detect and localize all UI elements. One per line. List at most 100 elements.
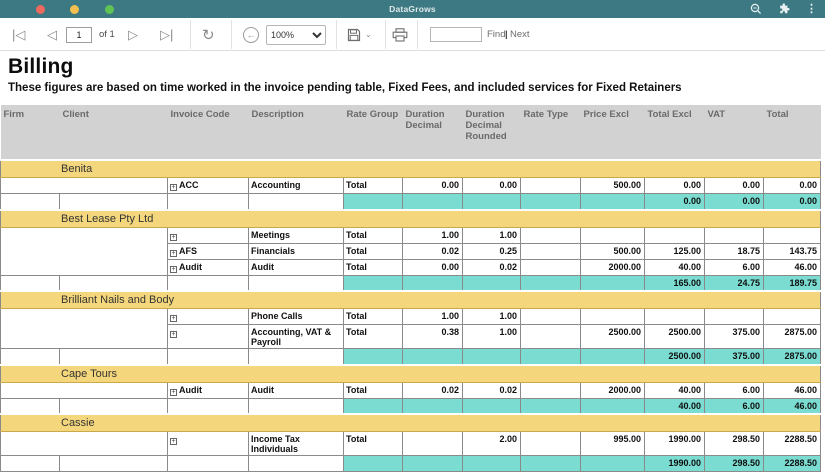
client-group-band: Cassie bbox=[1, 414, 821, 432]
subtotal-duration-decimal bbox=[403, 194, 463, 210]
cell-rate-type bbox=[521, 243, 581, 259]
cell-duration-rounded: 1.00 bbox=[463, 325, 521, 349]
window-title: DataGrows bbox=[0, 4, 825, 14]
cell-price-excl: 2500.00 bbox=[581, 325, 645, 349]
cell-code: +ACC bbox=[168, 178, 249, 194]
cell-total: 2288.50 bbox=[764, 432, 821, 456]
subtotal-price-excl bbox=[581, 194, 645, 210]
firm-client-cell bbox=[1, 309, 168, 349]
page-title: Billing bbox=[8, 55, 825, 79]
find-button[interactable]: Find bbox=[487, 18, 505, 51]
expand-plus-icon[interactable]: + bbox=[170, 331, 177, 338]
extensions-puzzle-icon[interactable] bbox=[778, 3, 790, 15]
column-header: Total bbox=[764, 105, 821, 160]
cell-price-excl: 995.00 bbox=[581, 432, 645, 456]
subtotal-rate-group bbox=[344, 194, 403, 210]
cell-total: 2875.00 bbox=[764, 325, 821, 349]
cell-total: 46.00 bbox=[764, 382, 821, 398]
expand-plus-icon[interactable]: + bbox=[170, 438, 177, 445]
back-to-parent-button[interactable]: ← bbox=[243, 18, 259, 51]
subtotal-description bbox=[249, 194, 344, 210]
expand-plus-icon[interactable]: + bbox=[170, 234, 177, 241]
subtotal-row: 1990.00298.502288.50 bbox=[1, 456, 821, 472]
cell-vat: 375.00 bbox=[705, 325, 764, 349]
firm-client-cell bbox=[1, 227, 168, 275]
cell-total-excl: 40.00 bbox=[645, 382, 705, 398]
subtotal-rate-group bbox=[344, 349, 403, 365]
table-row: +AuditAuditTotal0.020.022000.0040.006.00… bbox=[1, 382, 821, 398]
column-header: Client bbox=[60, 105, 168, 160]
subtotal-client bbox=[60, 275, 168, 291]
subtotal-client bbox=[60, 349, 168, 365]
subtotal-rate-type bbox=[521, 275, 581, 291]
subtotal-row: 165.0024.75189.75 bbox=[1, 275, 821, 291]
zoom-select[interactable]: 100% bbox=[266, 25, 326, 45]
subtotal-firm bbox=[1, 398, 60, 414]
cell-total-excl bbox=[645, 309, 705, 325]
first-page-button[interactable]: |◁ bbox=[12, 18, 25, 51]
last-page-button[interactable]: ▷| bbox=[160, 18, 173, 51]
expand-plus-icon[interactable]: + bbox=[170, 266, 177, 273]
cell-total-excl: 0.00 bbox=[645, 178, 705, 194]
find-next-button[interactable]: Next bbox=[510, 18, 530, 51]
expand-plus-icon[interactable]: + bbox=[170, 250, 177, 257]
cell-rate-type bbox=[521, 227, 581, 243]
subtotal-rate-type bbox=[521, 194, 581, 210]
cell-price-excl bbox=[581, 309, 645, 325]
subtotal-vat: 298.50 bbox=[705, 456, 764, 472]
report-subtitle: These figures are based on time worked i… bbox=[8, 82, 825, 94]
cell-duration-rounded: 2.00 bbox=[463, 432, 521, 456]
expand-plus-icon[interactable]: + bbox=[170, 315, 177, 322]
subtotal-duration-rounded bbox=[463, 194, 521, 210]
subtotal-total: 0.00 bbox=[764, 194, 821, 210]
next-page-button[interactable]: ▷ bbox=[128, 18, 138, 51]
export-save-button[interactable]: ⌄ bbox=[347, 18, 372, 51]
cell-description: Income Tax Individuals bbox=[249, 432, 344, 456]
page-number-input[interactable] bbox=[66, 27, 92, 43]
cell-price-excl: 500.00 bbox=[581, 178, 645, 194]
column-header: Rate Type bbox=[521, 105, 581, 160]
subtotal-total-excl: 2500.00 bbox=[645, 349, 705, 365]
cell-rate-group: Total bbox=[344, 309, 403, 325]
menu-kebab-icon[interactable]: ⋮ bbox=[806, 0, 817, 18]
subtotal-invoice-code bbox=[168, 194, 249, 210]
print-button[interactable] bbox=[392, 18, 408, 51]
find-text-input[interactable] bbox=[430, 27, 482, 42]
subtotal-total: 46.00 bbox=[764, 398, 821, 414]
cell-vat bbox=[705, 309, 764, 325]
client-group-band: Benita bbox=[1, 160, 821, 178]
cell-duration-decimal: 0.00 bbox=[403, 259, 463, 275]
subtotal-rate-group bbox=[344, 398, 403, 414]
subtotal-client bbox=[60, 398, 168, 414]
subtotal-row: 40.006.0046.00 bbox=[1, 398, 821, 414]
refresh-button[interactable]: ↻ bbox=[202, 18, 215, 51]
cell-duration-decimal: 0.02 bbox=[403, 243, 463, 259]
expand-plus-icon[interactable]: + bbox=[170, 389, 177, 396]
cell-duration-decimal: 0.02 bbox=[403, 382, 463, 398]
cell-price-excl bbox=[581, 227, 645, 243]
cell-duration-decimal: 1.00 bbox=[403, 309, 463, 325]
zoom-icon[interactable] bbox=[750, 3, 762, 15]
cell-vat: 6.00 bbox=[705, 259, 764, 275]
export-dropdown-caret[interactable]: ⌄ bbox=[365, 30, 372, 39]
subtotal-total-excl: 165.00 bbox=[645, 275, 705, 291]
cell-rate-group: Total bbox=[344, 243, 403, 259]
find-next-divider: | bbox=[505, 18, 508, 51]
column-header: VAT bbox=[705, 105, 764, 160]
previous-page-button[interactable]: ◁ bbox=[47, 18, 57, 51]
cell-description: Financials bbox=[249, 243, 344, 259]
column-header: Total Excl bbox=[645, 105, 705, 160]
cell-duration-rounded: 1.00 bbox=[463, 227, 521, 243]
subtotal-invoice-code bbox=[168, 275, 249, 291]
cell-vat: 6.00 bbox=[705, 382, 764, 398]
cell-total bbox=[764, 227, 821, 243]
subtotal-rate-group bbox=[344, 275, 403, 291]
client-name: Cape Tours bbox=[1, 365, 821, 383]
subtotal-description bbox=[249, 398, 344, 414]
expand-plus-icon[interactable]: + bbox=[170, 184, 177, 191]
subtotal-duration-decimal bbox=[403, 275, 463, 291]
cell-description: Phone Calls bbox=[249, 309, 344, 325]
cell-total: 143.75 bbox=[764, 243, 821, 259]
cell-duration-rounded: 0.25 bbox=[463, 243, 521, 259]
cell-code: + bbox=[168, 432, 249, 456]
